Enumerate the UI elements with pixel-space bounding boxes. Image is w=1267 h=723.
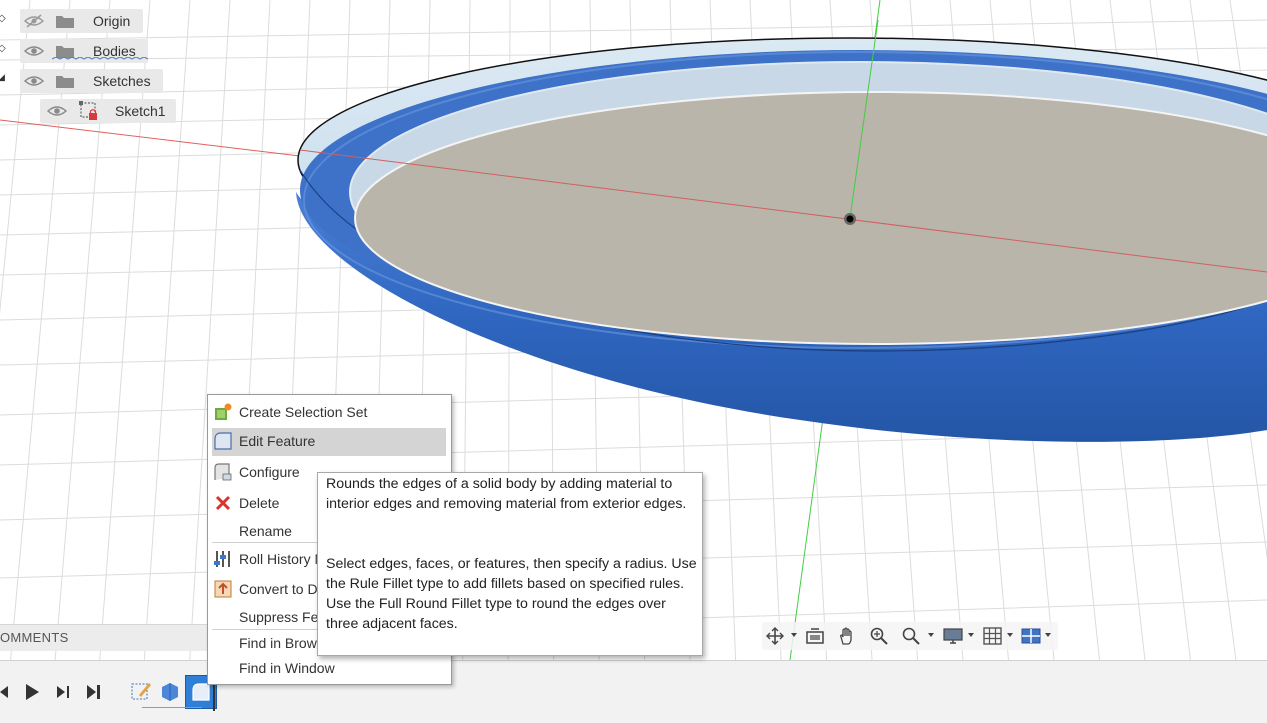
step-back-icon[interactable] bbox=[0, 681, 16, 703]
eye-icon[interactable] bbox=[47, 104, 67, 118]
zoom-icon[interactable] bbox=[868, 626, 890, 646]
menu-item-label: Configure bbox=[239, 464, 300, 480]
chevron-down-icon[interactable] bbox=[1045, 633, 1051, 637]
timeline-playhead[interactable] bbox=[213, 683, 215, 711]
go-to-end-icon[interactable] bbox=[82, 681, 104, 703]
menu-item-label: Edit Feature bbox=[239, 433, 316, 449]
menu-item-label: Find in Brows bbox=[239, 635, 324, 651]
menu-item-label: Convert to DI bbox=[239, 581, 322, 597]
browser-item-label: Origin bbox=[93, 13, 131, 29]
look-at-icon[interactable] bbox=[804, 626, 826, 646]
menu-item-find-in-window[interactable]: Find in Window bbox=[208, 654, 451, 682]
play-icon[interactable] bbox=[21, 681, 43, 703]
sketch-locked-icon bbox=[79, 101, 97, 120]
browser-item-bodies[interactable]: ◇ Bodies bbox=[0, 38, 150, 64]
timeline-marker bbox=[142, 707, 202, 708]
menu-item-label: Find in Window bbox=[239, 660, 335, 676]
timeline-bar bbox=[0, 660, 1267, 723]
navigation-toolbar bbox=[762, 622, 1058, 650]
browser-item-sketch1[interactable]: Sketch1 bbox=[0, 98, 180, 124]
tooltip-instructions: Select edges, faces, or features, then s… bbox=[326, 556, 697, 632]
fillet-icon bbox=[214, 432, 232, 450]
expand-right-icon[interactable]: ◇ bbox=[0, 43, 6, 54]
expand-down-icon[interactable]: ◢ bbox=[0, 72, 5, 83]
menu-item-label: Suppress Fe bbox=[239, 609, 319, 625]
menu-item-label: Create Selection Set bbox=[239, 404, 368, 420]
delete-x-icon bbox=[215, 495, 231, 511]
eye-icon[interactable] bbox=[24, 44, 44, 58]
convert-icon bbox=[214, 580, 232, 598]
roll-history-icon bbox=[214, 551, 230, 567]
fillet-tooltip: Rounds the edges of a solid body by addi… bbox=[317, 472, 703, 656]
display-settings-icon[interactable] bbox=[942, 626, 964, 646]
expand-right-icon[interactable]: ◇ bbox=[0, 13, 6, 24]
hidden-eye-icon[interactable] bbox=[24, 14, 44, 28]
browser-item-sketches[interactable]: ◢ Sketches bbox=[0, 68, 165, 94]
chevron-down-icon[interactable] bbox=[1007, 633, 1013, 637]
browser-item-label: Sketch1 bbox=[115, 103, 166, 119]
menu-item-label: Delete bbox=[239, 495, 280, 511]
step-forward-icon[interactable] bbox=[51, 681, 73, 703]
selection-set-icon bbox=[215, 403, 232, 420]
comments-panel-header[interactable]: OMMENTS bbox=[0, 624, 210, 651]
menu-item-label: Roll History M bbox=[239, 551, 327, 567]
zoom-window-icon[interactable] bbox=[900, 626, 922, 646]
comments-label: OMMENTS bbox=[0, 630, 69, 645]
grid-settings-icon[interactable] bbox=[982, 626, 1004, 646]
chevron-down-icon[interactable] bbox=[968, 633, 974, 637]
folder-icon bbox=[56, 16, 74, 28]
menu-item-create-selection-set[interactable]: Create Selection Set bbox=[208, 398, 451, 426]
pan-icon[interactable] bbox=[836, 626, 858, 646]
eye-icon[interactable] bbox=[24, 74, 44, 88]
configure-icon bbox=[214, 463, 232, 481]
sketch-feature-icon[interactable] bbox=[129, 679, 153, 703]
menu-item-edit-feature[interactable]: Edit Feature bbox=[208, 427, 451, 456]
extrude-feature-icon[interactable] bbox=[158, 679, 182, 703]
chevron-down-icon[interactable] bbox=[791, 633, 797, 637]
menu-item-label: Rename bbox=[239, 523, 292, 539]
folder-icon bbox=[56, 76, 74, 88]
browser-item-origin[interactable]: ◇ Origin bbox=[0, 8, 145, 34]
viewports-icon[interactable] bbox=[1020, 626, 1042, 646]
tooltip-description: Rounds the edges of a solid body by addi… bbox=[326, 476, 687, 512]
orbit-icon[interactable] bbox=[764, 626, 786, 646]
bodies-underline-decoration bbox=[52, 57, 148, 60]
browser-item-label: Sketches bbox=[93, 73, 151, 89]
chevron-down-icon[interactable] bbox=[928, 633, 934, 637]
